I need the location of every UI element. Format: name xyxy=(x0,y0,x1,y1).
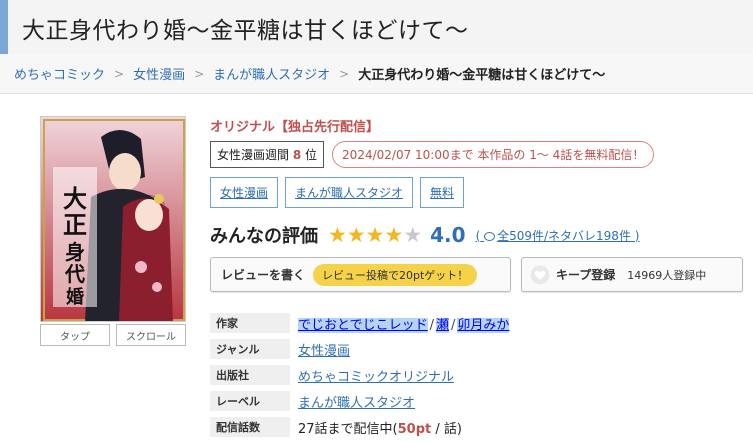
episode-price: 50pt xyxy=(397,421,432,437)
rating-row: みんなの評価 ★ ★ ★ ★ ★ 4.0 ( 全509件/ネタバレ198件 ) xyxy=(210,222,745,248)
tap-button[interactable]: タップ xyxy=(40,324,110,346)
episodes-suffix: / 話) xyxy=(431,421,462,437)
meta-row-label: レーベル まんが職人スタジオ xyxy=(210,388,745,414)
breadcrumb-label[interactable]: まんが職人スタジオ xyxy=(213,64,330,83)
chevron-right-icon: > xyxy=(114,66,125,81)
ranking-number: 8 xyxy=(292,148,302,162)
svg-text:身: 身 xyxy=(65,240,85,264)
page-title: 大正身代わり婚～金平糖は甘くほどけて～ xyxy=(22,18,469,44)
review-count-text: 全509件/ネタバレ198件 xyxy=(497,228,631,243)
tag-list: 女性漫画 まんが職人スタジオ 無料 xyxy=(210,177,745,208)
scroll-button[interactable]: スクロール xyxy=(116,324,186,346)
speech-bubble-icon xyxy=(484,231,496,241)
breadcrumb-current: 大正身代わり婚～金平糖は甘くほどけて～ xyxy=(358,68,606,83)
meta-row-publisher: 出版社 めちゃコミックオリジナル xyxy=(210,362,745,388)
publisher-link[interactable]: めちゃコミックオリジナル xyxy=(298,366,454,385)
episodes-info: 27話まで配信中(50pt / 話) xyxy=(298,418,462,437)
rating-score: 4.0 xyxy=(430,223,466,247)
meta-key-genre: ジャンル xyxy=(210,339,290,359)
title-bar: 大正身代わり婚～金平糖は甘くほどけて～ xyxy=(0,0,753,54)
author-link[interactable]: 卯月みか xyxy=(457,317,510,333)
svg-text:正: 正 xyxy=(63,210,87,239)
meta-row-author: 作家 でじおとでじこレッド / 瀬 / 卯月みか xyxy=(210,310,745,336)
review-promo-pill: レビュー投稿で20ptゲット！ xyxy=(313,263,478,286)
tag-label[interactable]: まんが職人スタジオ xyxy=(285,177,414,208)
ranking-prefix: 女性漫画週間 xyxy=(217,148,290,162)
star-filled-icon: ★ xyxy=(365,222,385,247)
star-empty-icon: ★ xyxy=(403,222,423,247)
breadcrumb: めちゃコミック > 女性漫画 > まんが職人スタジオ > 大正身代わり婚～金平糖… xyxy=(0,54,753,94)
chevron-right-icon: > xyxy=(339,66,350,81)
meta-row-episodes: 配信話数 27話まで配信中(50pt / 話) xyxy=(210,414,745,440)
meta-key-publisher: 出版社 xyxy=(210,365,290,385)
rating-stars: ★ ★ ★ ★ ★ xyxy=(328,222,423,247)
meta-key-episodes: 配信話数 xyxy=(210,417,290,437)
tag-genre[interactable]: 女性漫画 xyxy=(210,177,279,208)
original-label: オリジナル【独占先行配信】 xyxy=(210,120,380,135)
cover-image[interactable]: 大 正 身 代 婚 xyxy=(40,116,186,322)
cover-buttons: タップ スクロール xyxy=(40,324,186,346)
author-separator: / xyxy=(451,317,456,333)
star-filled-icon: ★ xyxy=(328,222,347,247)
work-info: オリジナル【独占先行配信】 女性漫画週間 8 位 2024/02/07 10:0… xyxy=(210,116,745,292)
episodes-prefix: 27話まで配信中( xyxy=(298,421,398,437)
meta-key-author: 作家 xyxy=(210,313,290,333)
svg-text:大: 大 xyxy=(63,184,87,213)
breadcrumb-home[interactable]: めちゃコミック xyxy=(14,64,105,83)
author-link[interactable]: でじおとでじこレッド xyxy=(298,317,428,333)
rating-label: みんなの評価 xyxy=(210,226,318,247)
tag-free[interactable]: 無料 xyxy=(420,177,465,208)
author-link[interactable]: 瀬 xyxy=(436,317,450,333)
svg-text:代: 代 xyxy=(64,262,85,286)
keep-button[interactable]: キープ登録 14969人登録中 xyxy=(521,257,743,292)
author-separator: / xyxy=(429,317,435,333)
star-filled-icon: ★ xyxy=(346,222,366,247)
chevron-right-icon: > xyxy=(194,66,205,81)
svg-text:婚: 婚 xyxy=(66,286,84,308)
keep-label: キープ登録 xyxy=(556,268,616,282)
write-review-label: レビューを書く xyxy=(221,268,306,282)
ranking-suffix: 位 xyxy=(305,148,318,162)
breadcrumb-genre[interactable]: 女性漫画 xyxy=(133,64,185,83)
star-filled-icon: ★ xyxy=(384,222,404,247)
write-review-button[interactable]: レビューを書く レビュー投稿で20ptゲット！ xyxy=(210,257,511,292)
review-count-link[interactable]: ( 全509件/ネタバレ198件 ) xyxy=(476,227,640,244)
meta-table: 作家 でじおとでじこレッド / 瀬 / 卯月みか ジャンル 女性漫画 出版社 めちゃコミ… xyxy=(210,310,745,440)
ranking-badge: 女性漫画週間 8 位 xyxy=(210,141,325,168)
author-list: でじおとでじこレッド / 瀬 / 卯月みか xyxy=(298,314,510,333)
free-notice-badge: 2024/02/07 10:00まで 本作品の 1～ 4話を無料配信！ xyxy=(332,141,655,168)
label-link[interactable]: まんが職人スタジオ xyxy=(298,392,415,411)
meta-key-label: レーベル xyxy=(210,391,290,411)
meta-row-genre: ジャンル 女性漫画 xyxy=(210,336,745,362)
genre-link[interactable]: 女性漫画 xyxy=(298,340,350,359)
heart-icon xyxy=(530,265,550,285)
paren-open: ( xyxy=(475,228,481,243)
keep-count: 14969人登録中 xyxy=(627,268,707,282)
paren-close: ) xyxy=(634,228,640,243)
